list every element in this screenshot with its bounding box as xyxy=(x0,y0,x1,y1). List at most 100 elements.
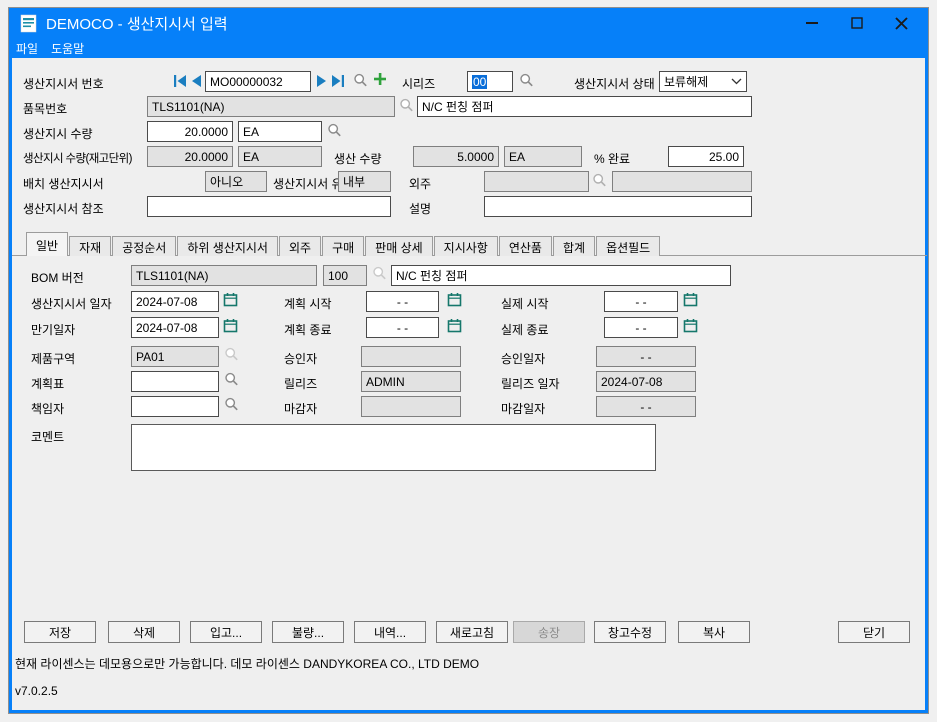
remarks-input[interactable] xyxy=(484,196,752,217)
next-record-icon[interactable] xyxy=(315,74,329,88)
tab-child-orders[interactable]: 하위 생산지시서 xyxy=(177,236,278,256)
release-by-field: ADMIN xyxy=(361,371,461,392)
last-record-icon[interactable] xyxy=(331,74,345,88)
invoice-button: 송장 xyxy=(513,621,585,643)
history-button[interactable]: 내역... xyxy=(354,621,426,643)
tab-coproducts[interactable]: 연산품 xyxy=(498,236,552,256)
production-order-no-input[interactable]: MO00000032 xyxy=(205,71,311,92)
save-button[interactable]: 저장 xyxy=(24,621,96,643)
refresh-button[interactable]: 새로고침 xyxy=(436,621,508,643)
tab-sales-detail[interactable]: 판매 상세 xyxy=(365,236,433,256)
tab-option-fields[interactable]: 옵션필드 xyxy=(596,236,661,256)
receipt-button[interactable]: 입고... xyxy=(190,621,262,643)
actual-start-input[interactable]: - - xyxy=(604,291,678,312)
status-select[interactable]: 보류해제 xyxy=(659,71,747,92)
menu-help[interactable]: 도움말 xyxy=(51,40,84,57)
search-icon[interactable] xyxy=(353,73,369,89)
document-icon xyxy=(20,14,37,32)
actual-start-calendar-icon[interactable] xyxy=(683,292,698,307)
warehouse-edit-button[interactable]: 창고수정 xyxy=(594,621,666,643)
minimize-icon[interactable] xyxy=(789,8,834,38)
qty-inventory-label: 생산지시 수량(재고단위) xyxy=(23,153,132,165)
titlebar[interactable]: DEMOCO - 생산지시서 입력 xyxy=(9,8,928,38)
add-record-icon[interactable] xyxy=(372,71,388,87)
close-button[interactable]: 닫기 xyxy=(838,621,910,643)
order-date-label: 생산지시서 일자 xyxy=(31,297,112,311)
scheduler-input[interactable] xyxy=(131,371,219,392)
order-date-input[interactable]: 2024-07-08 xyxy=(131,291,219,312)
window-controls xyxy=(789,8,924,38)
uom-search-icon[interactable] xyxy=(327,123,343,139)
item-search-icon[interactable] xyxy=(399,98,415,114)
actual-end-input[interactable]: - - xyxy=(604,317,678,338)
status-value: 보류해제 xyxy=(664,74,709,89)
order-type-label: 생산지시서 유 xyxy=(273,177,338,191)
bom-search-icon[interactable] xyxy=(372,266,388,282)
product-area-field: PA01 xyxy=(131,346,219,367)
owner-search-icon[interactable] xyxy=(224,397,240,413)
maximize-icon[interactable] xyxy=(834,8,879,38)
item-no-field: TLS1101(NA) xyxy=(147,96,395,117)
bom-version-label: BOM 버전 xyxy=(31,271,84,285)
qty-label: 생산지시 수량 xyxy=(23,127,93,141)
bom-desc-input[interactable]: N/C 펀칭 점퍼 xyxy=(391,265,731,286)
due-date-calendar-icon[interactable] xyxy=(223,318,238,333)
approve-date-label: 승인일자 xyxy=(501,352,546,366)
delete-button[interactable]: 삭제 xyxy=(108,621,180,643)
tab-materials[interactable]: 자재 xyxy=(69,236,112,256)
plan-start-input[interactable]: - - xyxy=(366,291,439,312)
chevron-down-icon xyxy=(731,78,742,85)
remarks-label: 설명 xyxy=(409,202,432,216)
tab-routing[interactable]: 공정순서 xyxy=(112,236,177,256)
scheduler-search-icon[interactable] xyxy=(224,372,240,388)
tab-summary[interactable]: 합계 xyxy=(552,236,596,256)
product-area-label: 제품구역 xyxy=(31,352,76,366)
qty-input[interactable]: 20.0000 xyxy=(147,121,233,142)
percent-complete-field: 25.00 xyxy=(668,146,744,167)
owner-input[interactable] xyxy=(131,396,219,417)
batch-order-label: 배치 생산지시서 xyxy=(23,177,104,191)
plan-end-input[interactable]: - - xyxy=(366,317,439,338)
approver-field xyxy=(361,346,461,367)
subcontract-search-icon[interactable] xyxy=(592,173,608,189)
subcontract-code-field xyxy=(484,171,589,192)
produced-qty-field: 5.0000 xyxy=(413,146,499,167)
approve-date-field: - - xyxy=(596,346,696,367)
plan-end-calendar-icon[interactable] xyxy=(447,318,462,333)
area-search-icon[interactable] xyxy=(224,347,240,363)
doc-no-label: 생산지시서 번호 xyxy=(23,77,104,91)
scheduler-label: 계획표 xyxy=(31,377,65,391)
tab-general[interactable]: 일반 xyxy=(26,232,69,256)
series-search-icon[interactable] xyxy=(519,73,535,89)
closer-label: 마감자 xyxy=(284,402,318,416)
comment-textarea[interactable] xyxy=(131,424,656,471)
first-record-icon[interactable] xyxy=(173,74,187,88)
actual-end-label: 실제 종료 xyxy=(501,323,549,337)
order-date-calendar-icon[interactable] xyxy=(223,292,238,307)
produced-uom-field: EA xyxy=(504,146,582,167)
actual-end-calendar-icon[interactable] xyxy=(683,318,698,333)
series-input[interactable]: 00 xyxy=(467,71,513,92)
tab-instructions[interactable]: 지시사항 xyxy=(433,236,498,256)
due-date-label: 만기일자 xyxy=(31,323,76,337)
release-date-label: 릴리즈 일자 xyxy=(501,377,560,391)
due-date-input[interactable]: 2024-07-08 xyxy=(131,317,219,338)
series-label: 시리즈 xyxy=(402,77,436,91)
order-ref-input[interactable] xyxy=(147,196,391,217)
selected-text: 00 xyxy=(472,75,488,89)
close-date-field: - - xyxy=(596,396,696,417)
close-icon[interactable] xyxy=(879,8,924,38)
menu-file[interactable]: 파일 xyxy=(16,40,38,57)
previous-record-icon[interactable] xyxy=(189,74,203,88)
uom-input[interactable]: EA xyxy=(238,121,322,142)
subcontract-label: 외주 xyxy=(409,177,432,191)
defect-button[interactable]: 불량... xyxy=(272,621,344,643)
item-desc-field[interactable]: N/C 펀칭 점퍼 xyxy=(417,96,752,117)
tab-purchase[interactable]: 구매 xyxy=(322,236,365,256)
order-type-field: 내부 xyxy=(338,171,391,192)
tab-subcontract[interactable]: 외주 xyxy=(278,236,322,256)
plan-start-calendar-icon[interactable] xyxy=(447,292,462,307)
copy-button[interactable]: 복사 xyxy=(678,621,750,643)
window-title: DEMOCO - 생산지시서 입력 xyxy=(46,15,228,33)
version-text: v7.0.2.5 xyxy=(15,684,58,698)
